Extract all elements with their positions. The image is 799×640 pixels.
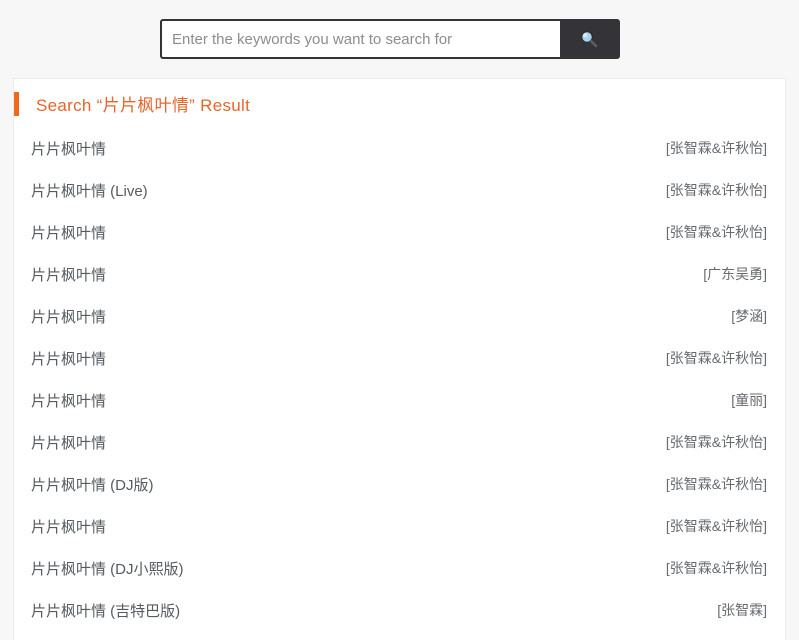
- song-artist: [张智霖&许秋怡]: [665, 140, 767, 156]
- results-header: Search “片片枫叶情” Result: [14, 79, 785, 127]
- song-title: 片片枫叶情: [31, 224, 107, 242]
- song-title: 片片枫叶情: [31, 392, 107, 410]
- list-item[interactable]: 片片枫叶情 [张智霖&许秋怡]: [14, 211, 785, 253]
- song-artist: [童丽]: [731, 392, 767, 408]
- search-bar-region: [0, 0, 799, 78]
- results-list: 片片枫叶情 [张智霖&许秋怡] 片片枫叶情 (Live) [张智霖&许秋怡] 片…: [14, 127, 785, 631]
- song-artist: [张智霖&许秋怡]: [665, 476, 767, 492]
- song-artist: [张智霖&许秋怡]: [665, 182, 767, 198]
- list-item[interactable]: 片片枫叶情 [张智霖&许秋怡]: [14, 505, 785, 547]
- song-artist: [张智霖&许秋怡]: [665, 224, 767, 240]
- song-artist: [张智霖&许秋怡]: [665, 434, 767, 450]
- list-item[interactable]: 片片枫叶情 [张智霖&许秋怡]: [14, 337, 785, 379]
- song-artist: [梦涵]: [731, 308, 767, 324]
- search-icon: [579, 29, 599, 49]
- song-title: 片片枫叶情 (吉特巴版): [31, 602, 181, 620]
- song-title: 片片枫叶情 (DJ小熙版): [31, 560, 184, 578]
- list-item[interactable]: 片片枫叶情 (吉特巴版) [张智霖]: [14, 589, 785, 631]
- list-item[interactable]: 片片枫叶情 [童丽]: [14, 379, 785, 421]
- song-title: 片片枫叶情: [31, 434, 107, 452]
- list-item[interactable]: 片片枫叶情 [张智霖&许秋怡]: [14, 127, 785, 169]
- song-artist: [广东吴勇]: [703, 266, 767, 282]
- search-box: [160, 19, 620, 59]
- song-title: 片片枫叶情: [31, 518, 107, 536]
- list-item[interactable]: 片片枫叶情 (DJ版) [张智霖&许秋怡]: [14, 463, 785, 505]
- song-title: 片片枫叶情: [31, 140, 107, 158]
- list-item[interactable]: 片片枫叶情 (Live) [张智霖&许秋怡]: [14, 169, 785, 211]
- song-title: 片片枫叶情 (DJ版): [31, 476, 154, 494]
- song-artist: [张智霖&许秋怡]: [665, 350, 767, 366]
- list-item[interactable]: 片片枫叶情 [梦涵]: [14, 295, 785, 337]
- song-artist: [张智霖&许秋怡]: [665, 518, 767, 534]
- song-title: 片片枫叶情: [31, 266, 107, 284]
- song-artist: [张智霖&许秋怡]: [665, 560, 767, 576]
- list-item[interactable]: 片片枫叶情 [张智霖&许秋怡]: [14, 421, 785, 463]
- list-item[interactable]: 片片枫叶情 [广东吴勇]: [14, 253, 785, 295]
- song-artist: [张智霖]: [717, 602, 767, 618]
- header-accent-bar: [14, 92, 19, 116]
- song-title: 片片枫叶情: [31, 308, 107, 326]
- search-submit-button[interactable]: [560, 21, 618, 57]
- search-input[interactable]: [162, 21, 560, 57]
- song-title: 片片枫叶情: [31, 350, 107, 368]
- song-title: 片片枫叶情 (Live): [31, 182, 148, 200]
- page-title: Search “片片枫叶情” Result: [36, 95, 251, 115]
- list-item[interactable]: 片片枫叶情 (DJ小熙版) [张智霖&许秋怡]: [14, 547, 785, 589]
- search-results-card: Search “片片枫叶情” Result 片片枫叶情 [张智霖&许秋怡] 片片…: [13, 78, 786, 640]
